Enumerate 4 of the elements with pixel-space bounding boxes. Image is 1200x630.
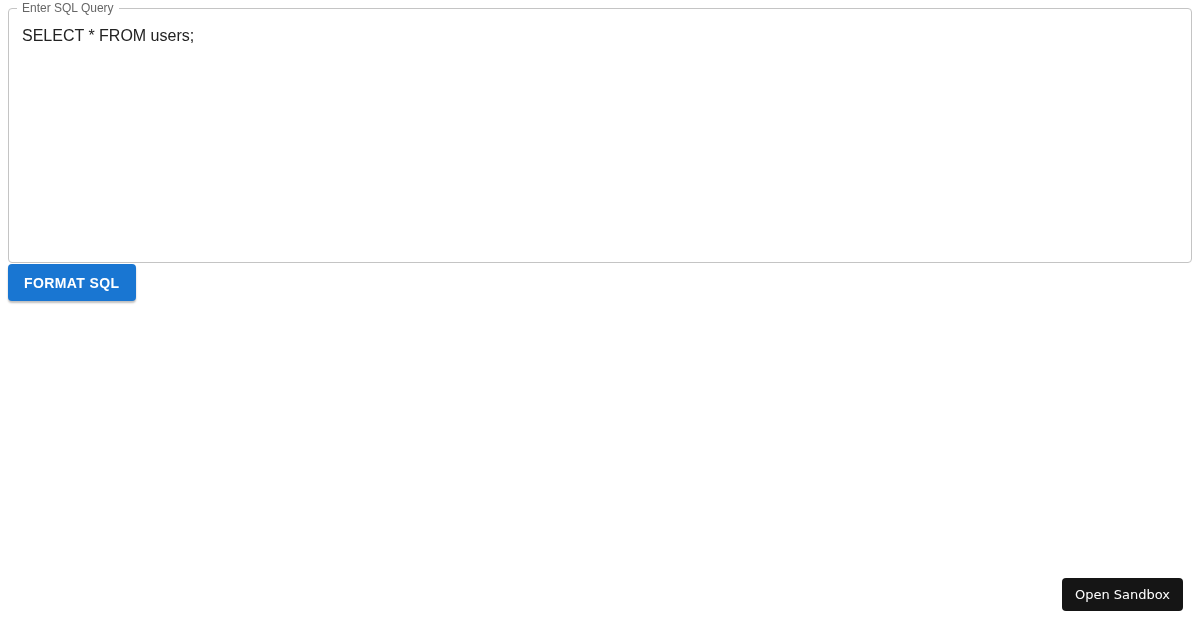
open-sandbox-button[interactable]: Open Sandbox (1061, 578, 1183, 611)
format-sql-button[interactable]: FORMAT SQL (8, 264, 136, 301)
sql-query-input[interactable]: SELECT * FROM users; (22, 15, 1178, 63)
field-label: Enter SQL Query (21, 1, 115, 15)
